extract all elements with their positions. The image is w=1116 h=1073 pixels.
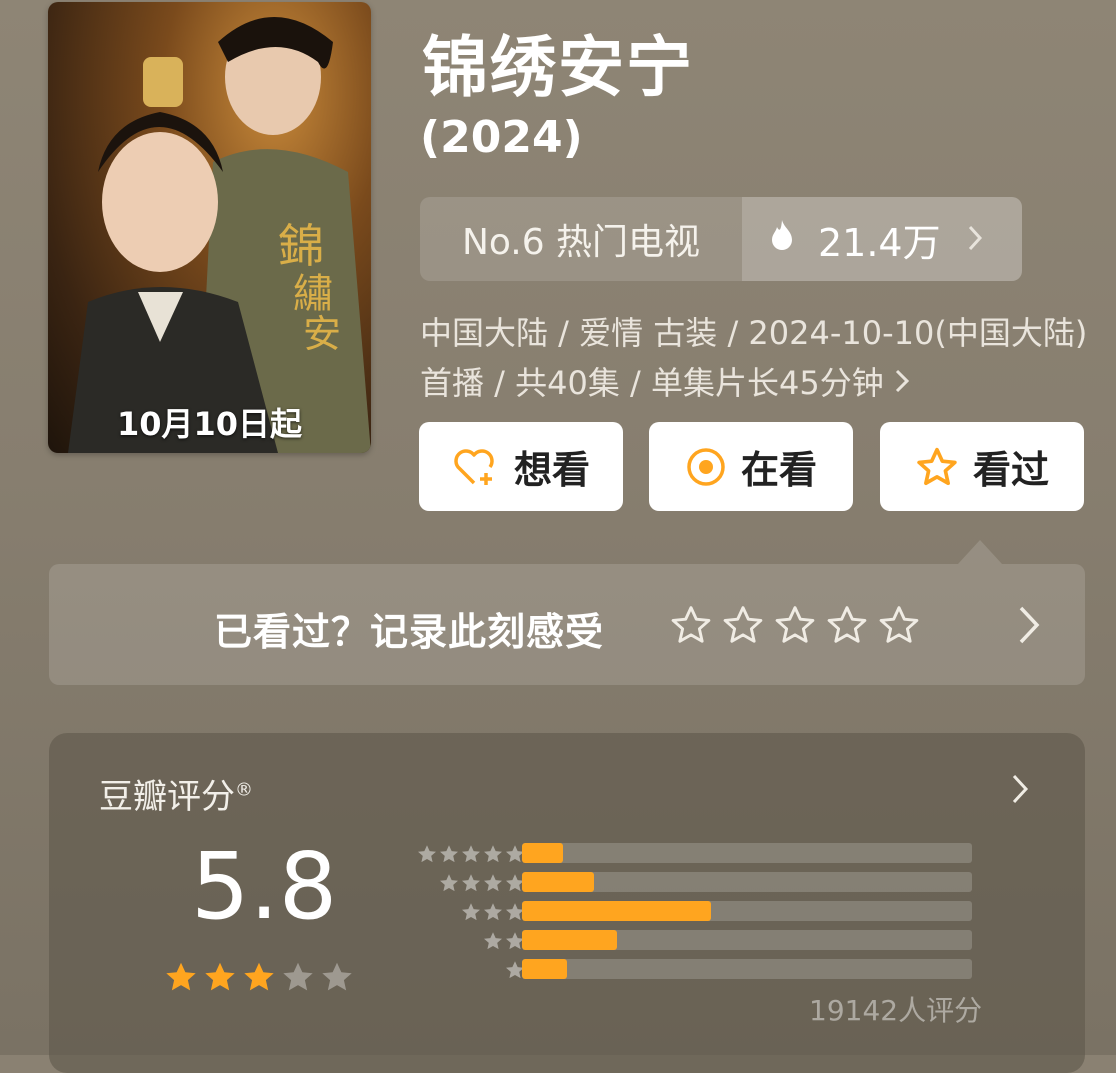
distribution-bar [522,872,594,892]
want-label: 想看 [513,448,590,492]
star-icon [438,843,460,869]
registered-mark: ® [235,779,253,801]
watching-button[interactable]: 在看 [649,422,853,511]
star-icon [438,872,460,898]
chevron-right-icon [894,364,910,402]
rating-label: 豆瓣评分® [99,769,253,818]
page-title: 锦绣安宁 [422,29,694,106]
poster-image[interactable]: 錦 繡 安 10月10日起 [48,2,371,453]
record-prompt: 已看过？记录此刻感受 [214,610,605,654]
row-stars [460,901,526,927]
meta-text: 中国大陆 / 爱情 古装 / 2024-10-10(中国大陆)首播 / 共40集… [420,314,1088,402]
star-outline-icon [915,446,959,488]
star-icon [460,901,482,927]
distribution-bar [522,901,711,921]
star-icon [241,959,277,999]
distribution-track [522,872,972,892]
star-icon [460,843,482,869]
score-stars [163,959,355,999]
row-stars [416,843,526,869]
distribution-bar [522,843,563,863]
distribution-track [522,843,972,863]
chevron-right-icon [967,217,983,261]
star-icon [482,930,504,956]
distribution-bar [522,959,567,979]
row-stars [438,872,526,898]
meta-info[interactable]: 中国大陆 / 爱情 古装 / 2024-10-10(中国大陆)首播 / 共40集… [420,308,1100,408]
star-outline-icon[interactable] [877,604,921,650]
want-to-watch-button[interactable]: 想看 [419,422,623,511]
svg-text:安: 安 [303,312,341,356]
star-icon [202,959,238,999]
target-icon [685,446,727,488]
rating-score: 5.8 [191,833,338,940]
distribution-track [522,901,972,921]
star-icon [482,843,504,869]
star-outline-icon[interactable] [669,604,713,650]
rating-distribution [394,841,994,986]
rating-count: 19142人评分 [809,994,983,1027]
distribution-row [394,899,994,928]
rank-box[interactable]: No.6 热门电视 21.4万 [420,197,1022,281]
heat-button[interactable]: 21.4万 [742,197,1022,281]
rate-stars[interactable] [669,604,921,650]
svg-text:繡: 繡 [293,271,333,317]
star-icon [460,872,482,898]
poster-artwork-icon: 錦 繡 安 [68,17,371,453]
flame-icon [768,217,796,261]
douban-rating-panel[interactable]: 豆瓣评分® 5.8 19142人评分 [49,733,1085,1073]
callout-arrow [958,540,1002,564]
distribution-track [522,930,972,950]
poster-caption: 10月10日起 [116,405,303,443]
heart-plus-icon [452,447,500,487]
star-outline-icon[interactable] [721,604,765,650]
watching-label: 在看 [740,448,817,492]
star-icon [319,959,355,999]
star-icon [416,843,438,869]
star-icon [163,959,199,999]
star-icon [482,872,504,898]
distribution-bar [522,930,617,950]
distribution-row [394,957,994,986]
star-outline-icon[interactable] [825,604,869,650]
chevron-right-icon[interactable] [1017,604,1041,650]
distribution-row [394,870,994,899]
chevron-right-icon[interactable] [1011,773,1029,809]
rating-title: 豆瓣评分 [99,777,235,817]
rank-label[interactable]: No.6 热门电视 [420,197,742,281]
distribution-row [394,928,994,957]
star-icon [482,901,504,927]
record-feeling-bar[interactable]: 已看过？记录此刻感受 [49,564,1085,685]
svg-text:錦: 錦 [278,219,324,273]
row-stars [482,930,526,956]
distribution-track [522,959,972,979]
distribution-row [394,841,994,870]
star-outline-icon[interactable] [773,604,817,650]
heat-value: 21.4万 [818,220,941,265]
watched-button[interactable]: 看过 [880,422,1084,511]
watched-label: 看过 [972,448,1049,492]
star-icon [280,959,316,999]
release-year: (2024) [420,112,583,163]
